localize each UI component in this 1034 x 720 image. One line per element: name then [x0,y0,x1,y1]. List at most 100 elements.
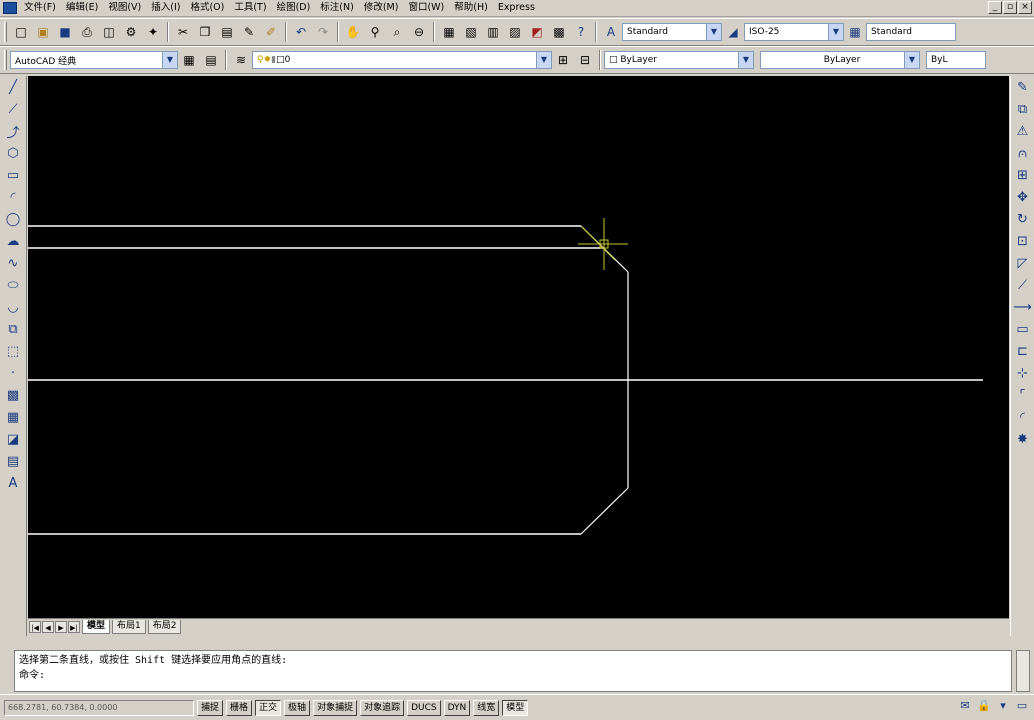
line-icon[interactable]: ╱ [2,76,24,98]
erase-icon[interactable]: ✎ [1012,76,1034,98]
bottom-chamfer-line[interactable] [580,487,629,535]
grid-toggle[interactable]: 栅格 [226,699,253,716]
command-scrollbar[interactable] [1016,650,1030,692]
chevron-down-icon[interactable]: ▼ [536,52,551,68]
toolbar-grip[interactable] [4,22,7,42]
construction-line-icon[interactable]: ⟋ [2,98,24,120]
menu-tools[interactable]: 工具(T) [229,0,271,16]
menu-edit[interactable]: 编辑(E) [61,0,103,16]
make-object-layer-current-icon[interactable]: ⊞ [553,50,573,70]
break-at-point-icon[interactable]: ▭ [1012,318,1034,340]
menu-view[interactable]: 视图(V) [103,0,146,16]
first-tab-icon[interactable]: |◀ [29,621,41,633]
print-preview-icon[interactable]: ◫ [99,22,119,42]
redo-icon[interactable]: ↷ [313,22,333,42]
layer-on-icon[interactable]: ♀ [257,55,264,65]
cut-icon[interactable]: ✂ [173,22,193,42]
circle-icon[interactable]: ◯ [2,208,24,230]
status-menu-icon[interactable]: ▾ [995,698,1011,714]
hatch-icon[interactable]: ▩ [2,384,24,406]
coordinates-display[interactable]: 668.2781, 60.7384, 0.0000 [4,699,194,716]
menu-file[interactable]: 文件(F) [19,0,61,16]
tab-layout1[interactable]: 布局1 [112,620,146,634]
table-icon[interactable]: ▤ [2,450,24,472]
markup-set-icon[interactable]: ◩ [527,22,547,42]
trim-icon[interactable]: ⟋ [1012,274,1034,296]
polygon-icon[interactable]: ⬡ [2,142,24,164]
chevron-down-icon[interactable]: ▼ [828,24,843,40]
command-line[interactable]: 选择第二条直线，或按住 Shift 键选择要应用角点的直线: 命令: [14,650,1012,692]
spline-icon[interactable]: ∿ [2,252,24,274]
multiline-text-icon[interactable]: A [2,472,24,494]
quickcalc-icon[interactable]: ▩ [549,22,569,42]
layer-previous-icon[interactable]: ⊟ [575,50,595,70]
close-button[interactable]: × [1018,1,1032,14]
ellipse-icon[interactable]: ⬭ [2,274,24,296]
workspace-settings-icon[interactable]: ▦ [179,50,199,70]
copy-icon[interactable]: ❐ [195,22,215,42]
lock-toolbar-icon[interactable]: 🔒 [976,698,992,714]
mirror-icon[interactable]: ⚠ [1012,120,1034,142]
lineweight-toggle[interactable]: 线宽 [473,699,500,716]
ducs-toggle[interactable]: DUCS [407,699,441,716]
minimize-button[interactable]: _ [988,1,1002,14]
chevron-down-icon[interactable]: ▼ [162,52,177,68]
block-editor-icon[interactable]: ✐ [261,22,281,42]
zoom-window-icon[interactable]: ⌕ [387,22,407,42]
menu-insert[interactable]: 插入(I) [146,0,185,16]
print-icon[interactable]: ⎙ [77,22,97,42]
color-select[interactable]: □ ByLayer ▼ [604,51,754,69]
workspace-select[interactable]: AutoCAD 经典 ▼ [10,51,178,69]
open-file-icon[interactable]: ▣ [33,22,53,42]
my-workspace-icon[interactable]: ▤ [201,50,221,70]
region-icon[interactable]: ◪ [2,428,24,450]
dim-style-icon[interactable]: ◢ [723,22,743,42]
ellipse-arc-icon[interactable]: ◡ [2,296,24,318]
fillet-icon[interactable]: ◜ [1012,406,1034,428]
point-icon[interactable]: · [2,362,24,384]
arc-icon[interactable]: ◜ [2,186,24,208]
lineweight-select[interactable]: ByL [926,51,986,69]
model-toggle[interactable]: 模型 [502,699,529,716]
otrack-toggle[interactable]: 对象追踪 [360,699,405,716]
make-block-icon[interactable]: ⬚ [2,340,24,362]
chevron-down-icon[interactable]: ▼ [706,24,721,40]
layer-select[interactable]: ♀ ✹ ▮ □ 0 ▼ [252,51,552,69]
join-icon[interactable]: ⊹ [1012,362,1034,384]
table-style-icon[interactable]: ▦ [845,22,865,42]
insert-block-icon[interactable]: ⧉ [2,318,24,340]
break-icon[interactable]: ⊏ [1012,340,1034,362]
rectangle-icon[interactable]: ▭ [2,164,24,186]
prev-tab-icon[interactable]: ◀ [42,621,54,633]
explode-icon[interactable]: ✸ [1012,428,1034,450]
layer-freeze-icon[interactable]: ✹ [264,55,272,65]
polyline-icon[interactable]: ⤴ [2,120,24,142]
last-tab-icon[interactable]: ▶| [68,621,80,633]
move-icon[interactable]: ✥ [1012,186,1034,208]
3d-dwf-icon[interactable]: ✦ [143,22,163,42]
autocad-app-icon[interactable] [3,2,17,14]
drawing-area[interactable] [28,76,1009,618]
dim-style-select[interactable]: ISO-25 ▼ [744,23,844,41]
communication-center-icon[interactable]: ✉ [957,698,973,714]
tab-layout2[interactable]: 布局2 [147,620,182,634]
zoom-previous-icon[interactable]: ⊖ [409,22,429,42]
menu-modify[interactable]: 修改(M) [359,0,404,16]
restore-button[interactable]: ▫ [1003,1,1017,14]
match-properties-icon[interactable]: ✎ [239,22,259,42]
menu-draw[interactable]: 绘图(D) [272,0,316,16]
dyn-toggle[interactable]: DYN [443,699,471,716]
stretch-icon[interactable]: ◸ [1012,252,1034,274]
copy-icon[interactable]: ⧉ [1012,98,1034,120]
osnap-toggle[interactable]: 对象捕捉 [313,699,358,716]
pan-icon[interactable]: ✋ [343,22,363,42]
zoom-realtime-icon[interactable]: ⚲ [365,22,385,42]
design-center-icon[interactable]: ▧ [461,22,481,42]
menu-window[interactable]: 窗口(W) [403,0,449,16]
new-file-icon[interactable]: □ [11,22,31,42]
menu-express[interactable]: Express [493,0,540,16]
linetype-select[interactable]: ByLayer ▼ [760,51,920,69]
properties-icon[interactable]: ▦ [439,22,459,42]
revision-cloud-icon[interactable]: ☁ [2,230,24,252]
text-style-icon[interactable]: A [601,22,621,42]
